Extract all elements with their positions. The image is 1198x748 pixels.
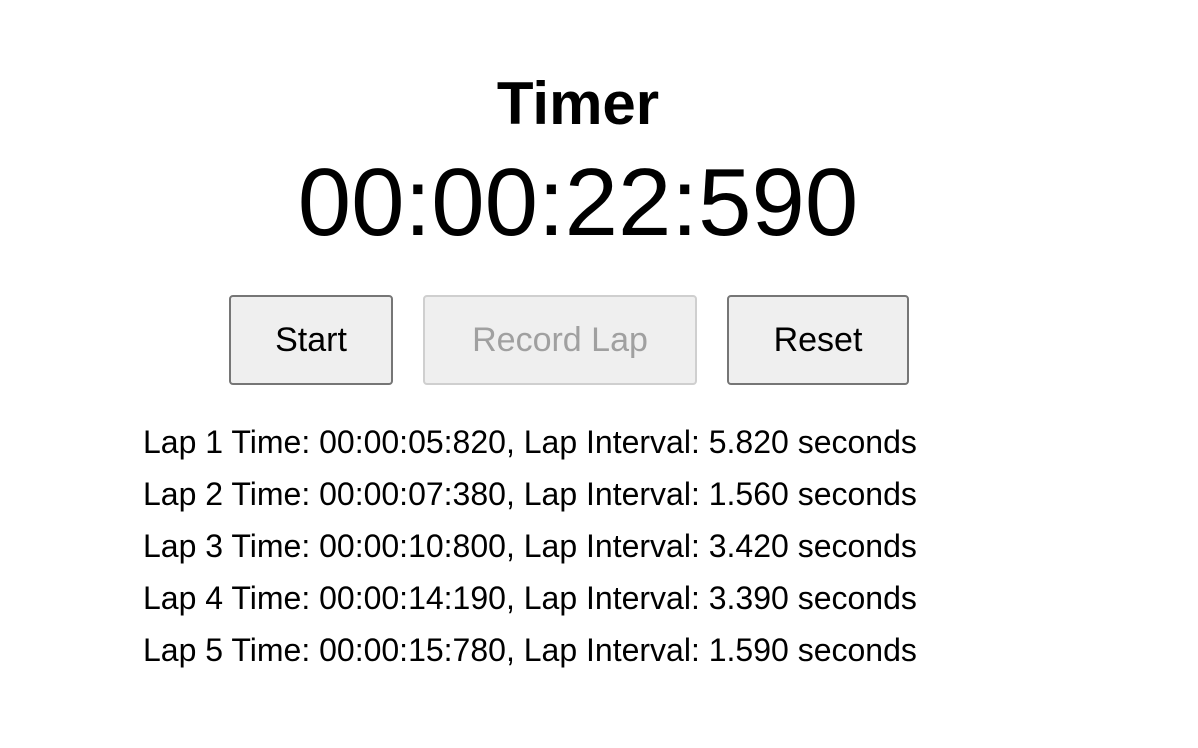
timer-controls: Start Record Lap Reset — [229, 295, 909, 385]
record-lap-button[interactable]: Record Lap — [423, 295, 697, 385]
lap-item: Lap 1 Time: 00:00:05:820, Lap Interval: … — [143, 424, 917, 460]
lap-item: Lap 2 Time: 00:00:07:380, Lap Interval: … — [143, 476, 917, 512]
page-title: Timer — [496, 70, 660, 138]
timer-display: 00:00:22:590 — [297, 149, 859, 256]
lap-item: Lap 4 Time: 00:00:14:190, Lap Interval: … — [143, 580, 917, 616]
lap-list: Lap 1 Time: 00:00:05:820, Lap Interval: … — [143, 416, 917, 676]
start-button[interactable]: Start — [229, 295, 393, 385]
lap-item: Lap 3 Time: 00:00:10:800, Lap Interval: … — [143, 528, 917, 564]
reset-button[interactable]: Reset — [727, 295, 909, 385]
lap-item: Lap 5 Time: 00:00:15:780, Lap Interval: … — [143, 632, 917, 668]
